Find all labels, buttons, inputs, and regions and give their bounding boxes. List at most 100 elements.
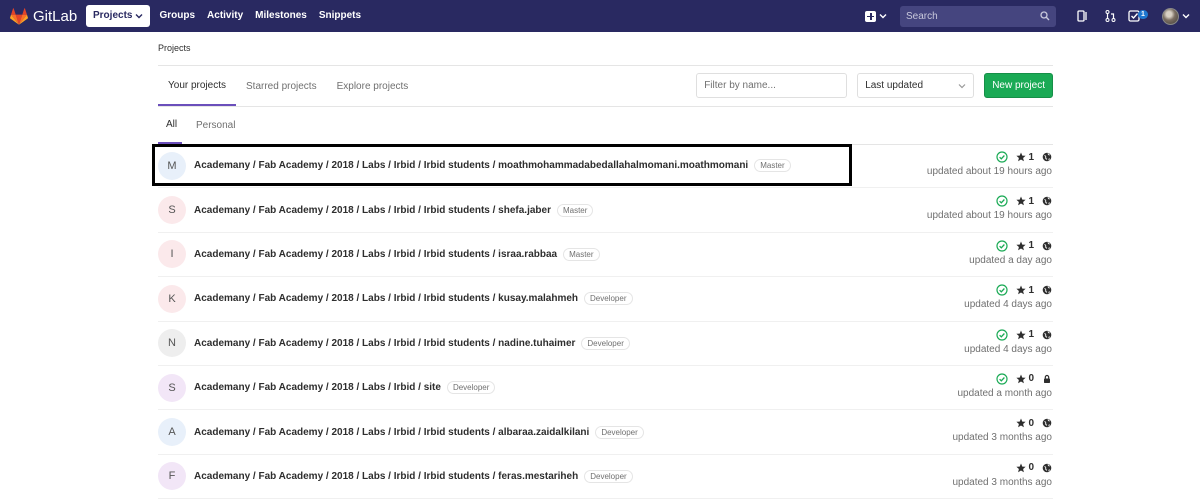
project-meta: 0 updated 3 months ago (952, 461, 1052, 488)
user-menu-dropdown[interactable] (1162, 7, 1190, 25)
project-meta: 1 updated 4 days ago (964, 328, 1052, 355)
star-count-value: 0 (1028, 373, 1034, 385)
project-name-link[interactable]: Academany / Fab Academy / 2018 / Labs / … (194, 427, 589, 438)
pipeline-passed-icon[interactable] (996, 328, 1009, 341)
chevron-down-icon (879, 14, 887, 19)
globe-icon (1042, 197, 1052, 206)
nav-projects-dropdown[interactable]: Projects (86, 5, 151, 27)
project-avatar[interactable]: K (158, 284, 186, 313)
filter-controls: Last updated New project (696, 73, 1053, 98)
pipeline-passed-icon[interactable] (996, 151, 1009, 163)
updated-timestamp: updated about 19 hours ago (926, 166, 1052, 177)
project-stats: 1 (964, 328, 1052, 342)
project-stats: 0 (952, 416, 1052, 430)
project-row: N Academany / Fab Academy / 2018 / Labs /… (158, 322, 1053, 366)
updated-timestamp: updated 3 months ago (952, 476, 1052, 488)
tab-starred-projects[interactable]: Starred projects (236, 66, 327, 106)
issues-icon (1076, 10, 1087, 22)
project-meta: 1 updated a day ago (969, 239, 1052, 266)
subtab-all[interactable]: All (158, 107, 182, 144)
star-icon (1016, 418, 1027, 428)
issues-link[interactable] (1070, 6, 1094, 26)
merge-request-icon (1105, 10, 1115, 22)
project-avatar[interactable]: I (158, 240, 186, 269)
project-name-link[interactable]: Academany / Fab Academy / 2018 / Labs / … (194, 382, 441, 393)
pipeline-passed-icon[interactable] (996, 284, 1009, 296)
project-row: S Academany / Fab Academy / 2018 / Labs /… (158, 188, 1053, 233)
star-count-value: 1 (1028, 240, 1034, 252)
project-tabs: Your projects Starred projects Explore p… (158, 66, 1053, 107)
gitlab-home-link[interactable]: GitLab (10, 8, 86, 25)
lock-icon (1044, 374, 1050, 383)
project-list: M Academany / Fab Academy / 2018 / Labs /… (152, 144, 1053, 500)
pipeline-passed-icon[interactable] (996, 195, 1009, 207)
project-stats: 1 (927, 150, 1052, 164)
star-count-value: 0 (1028, 462, 1034, 474)
nav-groups[interactable]: Groups (153, 5, 201, 27)
breadcrumb-projects[interactable]: Projects (158, 43, 191, 53)
new-item-dropdown[interactable] (865, 10, 887, 22)
access-role-badge: Master (563, 247, 600, 261)
star-icon (1016, 241, 1027, 251)
main-nav: Projects Groups Activity Milestones Snip… (86, 5, 367, 27)
project-name-link[interactable]: Academany / Fab Academy / 2018 / Labs / … (194, 205, 551, 216)
sort-dropdown[interactable]: Last updated (857, 73, 975, 98)
project-avatar[interactable]: A (158, 418, 186, 447)
updated-timestamp: updated a month ago (957, 387, 1052, 399)
project-name-link[interactable]: Academany / Fab Academy / 2018 / Labs / … (194, 249, 557, 260)
nav-activity[interactable]: Activity (201, 5, 249, 27)
star-count-value: 1 (1028, 151, 1034, 163)
project-name-link[interactable]: Academany / Fab Academy / 2018 / Labs / … (194, 471, 578, 482)
navbar-right: 1 (865, 0, 1200, 32)
star-count: 0 (1016, 418, 1034, 429)
search-input[interactable] (906, 10, 1026, 22)
access-role-badge: Developer (446, 381, 496, 395)
tab-your-projects[interactable]: Your projects (158, 66, 236, 106)
project-name-link[interactable]: Academany / Fab Academy / 2018 / Labs / … (194, 338, 575, 349)
project-stats: 1 (969, 239, 1052, 253)
project-stats: 0 (957, 372, 1052, 386)
access-role-badge: Developer (581, 336, 630, 350)
project-row: S Academany / Fab Academy / 2018 / Labs /… (158, 366, 1053, 411)
project-meta: 0 updated 3 months ago (952, 416, 1052, 444)
star-count: 1 (1016, 285, 1034, 296)
project-name-link[interactable]: Academany / Fab Academy / 2018 / Labs / … (194, 293, 578, 304)
star-count: 1 (1016, 152, 1034, 163)
new-project-button[interactable]: New project (984, 73, 1053, 98)
filter-by-name-input[interactable] (696, 73, 848, 98)
updated-timestamp: updated a day ago (969, 254, 1052, 266)
chevron-down-icon (958, 83, 966, 88)
tab-explore-projects[interactable]: Explore projects (327, 66, 419, 106)
updated-timestamp: updated 3 months ago (952, 432, 1052, 444)
project-stats: 1 (927, 194, 1052, 208)
project-avatar[interactable]: F (158, 462, 186, 491)
project-row: A Academany / Fab Academy / 2018 / Labs /… (158, 410, 1053, 455)
chevron-down-icon (135, 14, 143, 19)
nav-milestones[interactable]: Milestones (249, 5, 313, 27)
gitlab-logo-icon (10, 7, 28, 25)
pipeline-passed-icon[interactable] (996, 240, 1009, 252)
todos-link[interactable]: 1 (1126, 6, 1150, 26)
globe-icon (1042, 241, 1052, 251)
pipeline-passed-icon[interactable] (996, 373, 1009, 385)
nav-snippets[interactable]: Snippets (313, 5, 367, 27)
project-avatar[interactable]: N (158, 329, 186, 358)
project-stats: 0 (952, 461, 1052, 475)
star-count: 0 (1016, 373, 1034, 384)
subtab-personal[interactable]: Personal (185, 107, 246, 144)
merge-requests-link[interactable] (1098, 6, 1122, 26)
project-stats: 1 (964, 283, 1052, 297)
project-avatar[interactable]: S (158, 373, 186, 402)
globe-icon (1042, 152, 1052, 162)
project-meta: 1 updated 4 days ago (964, 283, 1052, 310)
access-role-badge: Master (556, 203, 594, 217)
project-avatar[interactable]: S (158, 196, 186, 225)
todo-count-badge: 1 (1138, 9, 1148, 19)
project-row: I Academany / Fab Academy / 2018 / Labs /… (158, 233, 1053, 278)
project-row: M Academany / Fab Academy / 2018 / Labs /… (152, 144, 1053, 189)
search-box (900, 5, 1056, 27)
star-icon (1016, 196, 1027, 206)
access-role-badge: Developer (595, 425, 644, 439)
project-meta: 1 updated about 19 hours ago (927, 194, 1052, 221)
star-icon (1016, 330, 1027, 339)
